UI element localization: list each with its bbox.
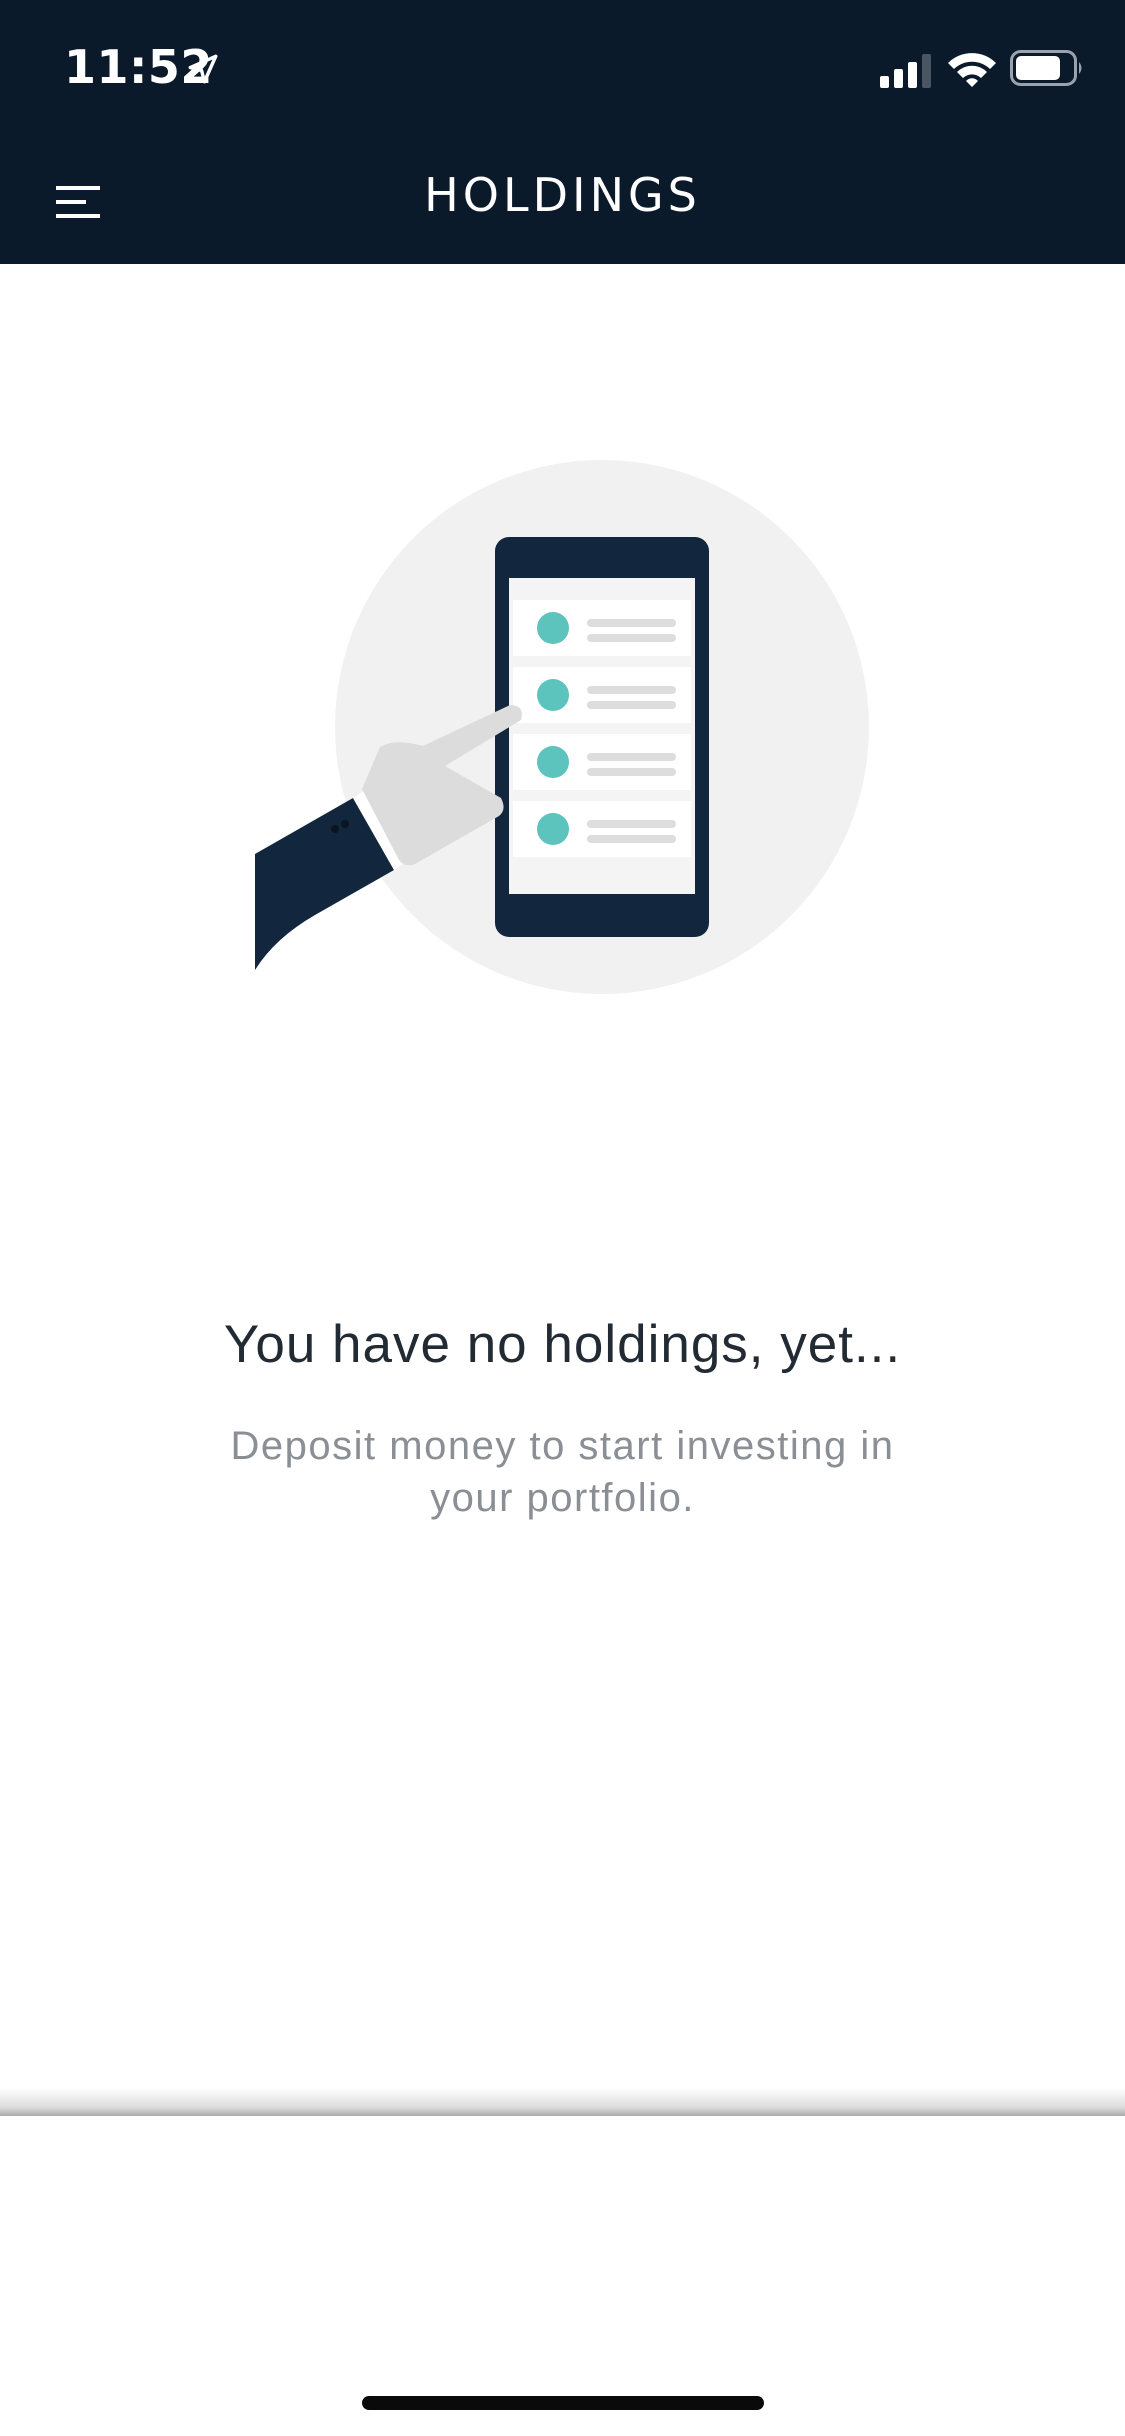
top-bar: 11:52 HOLDINGS bbox=[0, 0, 1125, 264]
phone-list-item bbox=[513, 734, 691, 790]
bottom-bar-shadow bbox=[0, 2088, 1125, 2116]
holdings-screen: 11:52 HOLDINGS You have no holdings, yet… bbox=[0, 0, 1125, 2436]
empty-holdings-illustration bbox=[255, 460, 869, 994]
home-indicator[interactable] bbox=[362, 2396, 764, 2410]
wifi-icon bbox=[948, 53, 996, 87]
phone-list-item bbox=[513, 801, 691, 857]
phone-list-item bbox=[513, 667, 691, 723]
location-arrow-icon bbox=[188, 54, 218, 84]
empty-state-subtitle: Deposit money to start investing in your… bbox=[230, 1424, 895, 1520]
empty-state-title: You have no holdings, yet... bbox=[223, 1315, 902, 1374]
bottom-bar bbox=[0, 2116, 1125, 2436]
cellular-signal-icon bbox=[880, 54, 931, 88]
battery-icon bbox=[1010, 50, 1082, 86]
page-title: HOLDINGS bbox=[424, 168, 701, 222]
phone-list-item bbox=[513, 600, 691, 656]
